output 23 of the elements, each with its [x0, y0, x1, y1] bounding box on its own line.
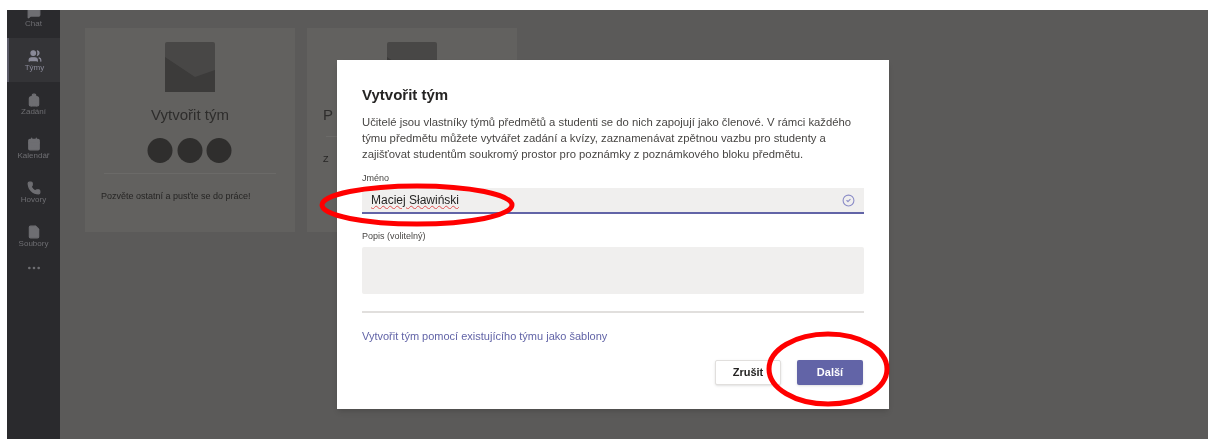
sidebar-item[interactable]: Kalendář: [7, 126, 60, 170]
field-label: Popis (volitelný): [362, 230, 426, 243]
people-icon: [27, 48, 42, 63]
field-label: Jméno: [362, 171, 389, 185]
next-button[interactable]: Další: [797, 360, 863, 385]
backpack-icon: [26, 92, 41, 107]
sidebar-item[interactable]: Soubory: [7, 214, 60, 258]
dialog-description: Učitelé jsou vlastníky týmů předmětů a studenti se do nich zapojují jako členové. V rámci každého týmu předmětu můžete vytvářet zadání a kvízy, zaznamenávat zpětnou vazbu pro studenty a zajišťovat studentům soukromý prostor pro poznámky z poznámkového bloku předmětu.: [362, 114, 853, 162]
check-icon: [842, 193, 855, 207]
card-text: Z: [323, 152, 329, 166]
phone-icon: [26, 180, 41, 195]
calendar-icon: [26, 136, 41, 151]
name-field[interactable]: Maciej Sławiński: [362, 188, 864, 214]
avatar-group-icon: [147, 136, 233, 164]
dialog-title: Vytvořit tým: [362, 85, 450, 105]
file-icon: [26, 224, 41, 239]
template-link[interactable]: Vytvořit tým pomocí existujícího týmu jako šablony: [362, 327, 608, 344]
sidebar-item[interactable]: Týmy: [7, 38, 60, 82]
sidebar-item[interactable]: Chat: [7, 10, 60, 38]
team-image-icon: [165, 42, 215, 92]
cancel-button[interactable]: Zrušit: [715, 360, 781, 385]
name-input[interactable]: Maciej Sławiński: [371, 191, 842, 209]
sidebar-item[interactable]: Hovory: [7, 170, 60, 214]
